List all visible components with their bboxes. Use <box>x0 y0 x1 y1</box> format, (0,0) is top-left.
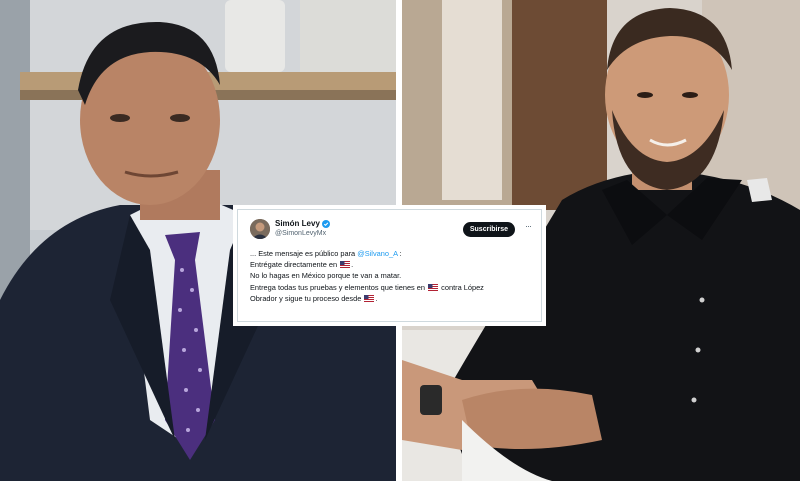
tweet-text-fragment: contra López <box>439 282 484 292</box>
tweet-line: Entrega todas tus pruebas y elementos qu… <box>250 282 531 293</box>
tweet-line: No lo hagas en México porque te van a ma… <box>250 270 531 281</box>
tweet-line: Obrador y sigue tu proceso desde . <box>250 293 531 304</box>
more-options-icon[interactable]: ··· <box>525 221 532 231</box>
author-name[interactable]: Simón Levy <box>275 219 320 229</box>
tweet-text-fragment: No lo hagas en México porque te van a ma… <box>250 271 402 281</box>
tweet-text-fragment: ... Este mensaje es público para <box>250 249 358 258</box>
tweet-text-fragment: . <box>375 293 378 303</box>
tweet-text: ... Este mensaje es público para @Silvan… <box>250 248 531 304</box>
verified-badge-icon <box>321 220 330 228</box>
tweet-card-frame: Simón Levy @SimonLevyMx Suscribirse ··· … <box>233 205 546 326</box>
tweet-line: ... Este mensaje es público para @Silvan… <box>250 248 531 259</box>
author-handle[interactable]: @SimonLevyMx <box>275 229 330 239</box>
tweet-text-fragment: Obrador y sigue tu proceso desde <box>250 293 364 303</box>
mention-link[interactable]: @Silvano_A <box>357 249 397 258</box>
avatar[interactable] <box>250 219 270 239</box>
tweet-line: Entrégate directamente en . <box>250 259 531 270</box>
tweet-text-fragment: . <box>351 260 354 270</box>
us-flag-icon <box>428 283 439 291</box>
tweet-text-fragment: : <box>397 249 402 258</box>
tweet-text-fragment: Entrégate directamente en <box>250 260 340 270</box>
author-block: Simón Levy @SimonLevyMx <box>275 219 330 239</box>
us-flag-icon <box>340 261 351 269</box>
us-flag-icon <box>364 294 375 302</box>
tweet-text-fragment: Entrega todas tus pruebas y elementos qu… <box>250 282 428 292</box>
subscribe-button[interactable]: Suscribirse <box>462 222 515 237</box>
tweet-card[interactable]: Simón Levy @SimonLevyMx Suscribirse ··· … <box>237 209 542 322</box>
